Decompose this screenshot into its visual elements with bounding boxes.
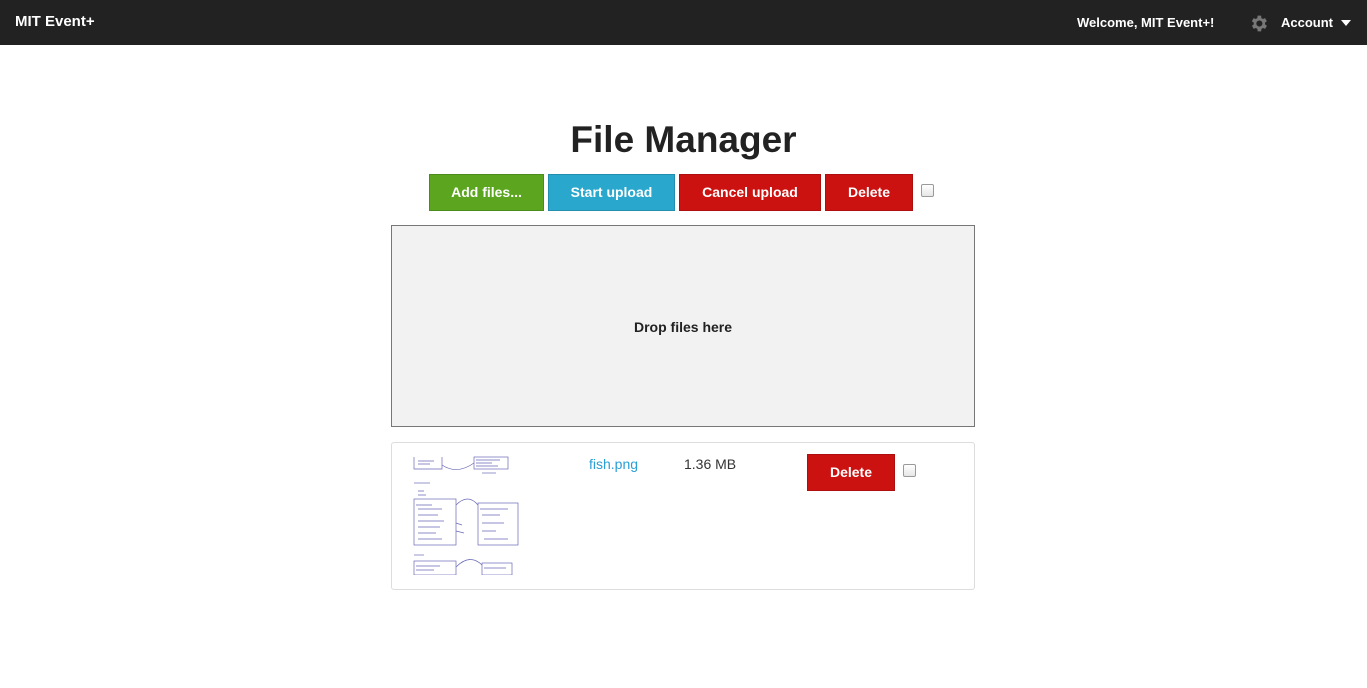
top-navbar: MIT Event+ Welcome, MIT Event+! Account bbox=[0, 0, 1367, 45]
file-row: fish.png 1.36 MB Delete bbox=[391, 442, 975, 590]
file-size: 1.36 MB bbox=[684, 456, 737, 472]
page-title: File Manager bbox=[570, 119, 797, 160]
file-name-link[interactable]: fish.png bbox=[589, 456, 638, 472]
file-select-checkbox[interactable] bbox=[903, 464, 916, 477]
drop-zone[interactable]: Drop files here bbox=[391, 225, 975, 427]
gear-icon[interactable] bbox=[1248, 13, 1269, 34]
caret-down-icon[interactable] bbox=[1341, 20, 1351, 26]
welcome-text: Welcome, MIT Event+! bbox=[1077, 15, 1215, 30]
cancel-upload-button[interactable]: Cancel upload bbox=[679, 174, 821, 211]
account-menu[interactable]: Account bbox=[1281, 15, 1333, 30]
start-upload-button[interactable]: Start upload bbox=[548, 174, 675, 211]
file-delete-button[interactable]: Delete bbox=[807, 454, 895, 491]
file-thumbnail[interactable] bbox=[412, 453, 522, 575]
brand-link[interactable]: MIT Event+ bbox=[15, 13, 95, 30]
delete-selected-button[interactable]: Delete bbox=[825, 174, 913, 211]
drop-zone-text: Drop files here bbox=[633, 319, 733, 335]
add-files-button[interactable]: Add files... bbox=[429, 174, 544, 211]
select-all-checkbox[interactable] bbox=[921, 184, 934, 197]
